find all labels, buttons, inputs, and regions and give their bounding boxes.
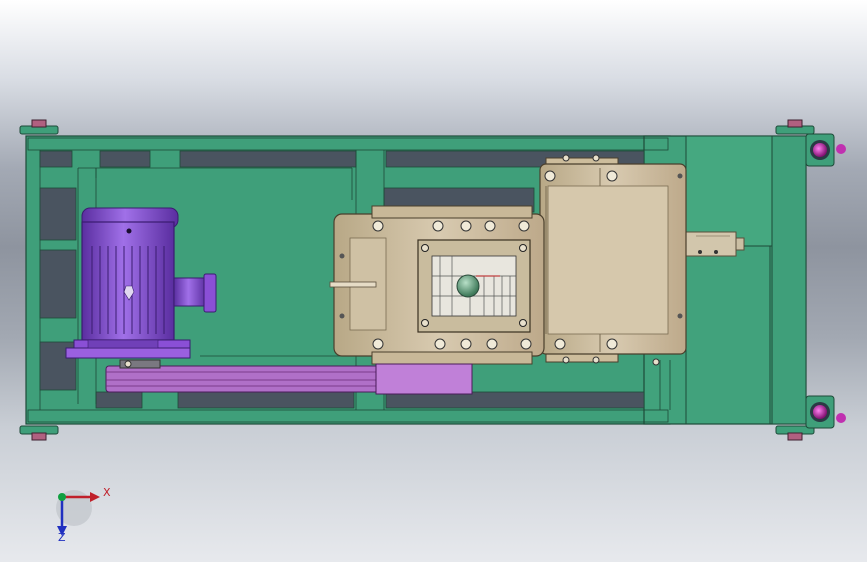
foot-top-left xyxy=(19,119,59,135)
inspection-window xyxy=(417,239,531,333)
cad-model-drawing: X Z xyxy=(19,119,846,544)
lifting-pins xyxy=(805,133,846,429)
x-axis-label: X xyxy=(103,486,111,499)
foot-bottom-left xyxy=(19,425,59,441)
cad-viewport[interactable]: X Z xyxy=(0,0,867,562)
foot-top-right xyxy=(775,119,815,135)
lifting-pin-top xyxy=(805,133,846,167)
lifting-pin-bottom xyxy=(805,395,846,429)
gearbox-body xyxy=(539,154,687,366)
z-axis-dot xyxy=(58,493,66,501)
z-axis-label: Z xyxy=(58,531,66,544)
axis-triad: X Z xyxy=(56,486,111,544)
